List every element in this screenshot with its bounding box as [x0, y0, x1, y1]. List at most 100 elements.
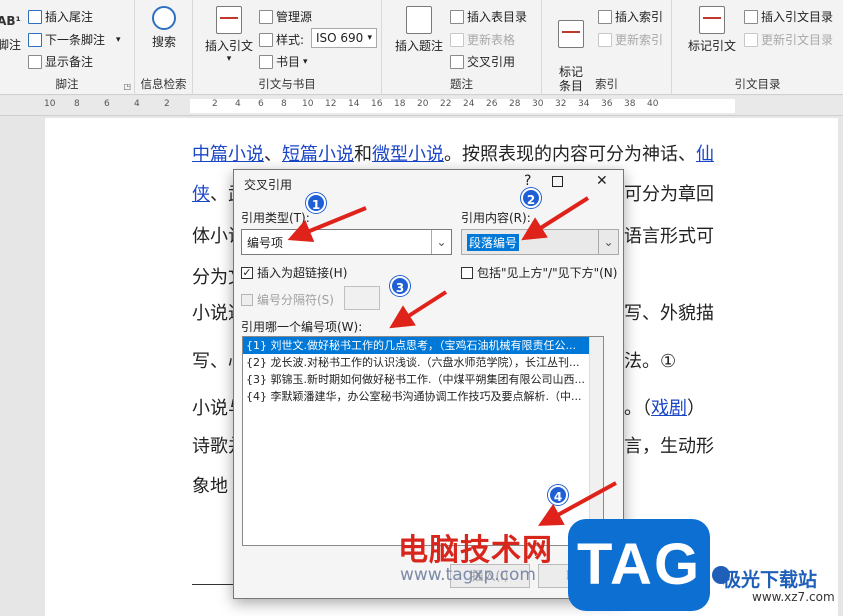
list-item[interactable]: {4} 李默颖潘建华，办公室秘书沟通协调工作技巧及要点解析.（中... — [243, 388, 603, 405]
ruler-tick: 2 — [164, 99, 170, 109]
insert-table-of-figures-button[interactable]: 插入表目录 — [450, 8, 527, 25]
ruler-tick: 22 — [440, 99, 452, 109]
ruler-tick: 10 — [302, 99, 314, 109]
mark-citation-button[interactable]: 标记引文 — [686, 6, 738, 54]
doc-link[interactable]: 仙 — [696, 144, 714, 165]
insert-toa-button[interactable]: 插入引文目录 — [744, 8, 833, 25]
show-notes-icon — [28, 54, 42, 69]
footnote-button[interactable]: AB¹ 脚注 — [0, 6, 22, 53]
doc-link[interactable]: 短篇小说 — [282, 144, 354, 165]
separate-numbers-checkbox[interactable]: 编号分隔符(S) — [241, 291, 334, 308]
ref-content-select[interactable]: 段落编号 ⌄ — [461, 229, 619, 255]
ruler-tick: 26 — [486, 99, 498, 109]
dialog-launcher-icon[interactable]: ◳ — [123, 82, 131, 91]
insert-caption-icon — [406, 6, 432, 34]
show-notes-button[interactable]: 显示备注 — [28, 53, 93, 70]
mark-citation-icon — [699, 6, 725, 34]
group-captions: 插入题注 插入表目录 更新表格 交叉引用 题注 — [382, 0, 542, 95]
insert-caption-button[interactable]: 插入题注 — [390, 6, 448, 54]
footnote-icon: AB¹ — [0, 14, 21, 28]
update-index-button[interactable]: 更新索引 — [598, 31, 663, 48]
update-table-icon — [450, 32, 464, 47]
numbered-items-list[interactable]: {1} 刘世文.做好秘书工作的几点思考，（宝鸡石油机械有限责任公... {2} … — [242, 336, 604, 546]
next-footnote-button[interactable]: 下一条脚注 ▾ — [28, 31, 121, 48]
update-toa-button[interactable]: 更新引文目录 — [744, 31, 833, 48]
group-label: 脚注 — [55, 77, 79, 91]
step-badge-4: 4 — [548, 485, 568, 505]
insert-toa-icon — [744, 9, 758, 24]
group-citations: 插入引文 ▾ 管理源 样式: ISO 690 ▾ 书目 ▾ 引文与书目 — [193, 0, 382, 95]
search-icon — [152, 6, 176, 30]
insert-endnote-button[interactable]: 插入尾注 — [28, 8, 93, 25]
ruler-tick: 10 — [44, 99, 56, 109]
separator-input[interactable] — [344, 286, 380, 310]
doc-line-2-right: 可分为章回 — [624, 184, 714, 205]
next-footnote-icon — [28, 32, 42, 47]
doc-line-7-right: 。（戏剧） — [624, 398, 705, 419]
close-icon[interactable]: ✕ — [596, 173, 608, 189]
cross-reference-button[interactable]: 交叉引用 — [450, 53, 515, 70]
ruler-tick: 8 — [74, 99, 80, 109]
ruler-tick: 32 — [555, 99, 567, 109]
ruler-tick: 40 — [647, 99, 659, 109]
group-label: 引文与书目 — [258, 77, 316, 91]
list-item[interactable]: {2} 龙长波.对秘书工作的认识浅谈.（六盘水师范学院），长江丛刊... — [243, 354, 603, 371]
step-badge-3: 3 — [390, 276, 410, 296]
footnote-separator — [192, 584, 236, 585]
watermark-tag-logo: TAG — [568, 519, 710, 611]
ruler-tick: 12 — [325, 99, 337, 109]
insert-hyperlink-checkbox[interactable]: ✓ 插入为超链接(H) — [241, 264, 347, 281]
style-combo[interactable]: ISO 690 ▾ — [311, 28, 377, 48]
manage-sources-button[interactable]: 管理源 — [259, 8, 312, 25]
insert-citation-button[interactable]: 插入引文 ▾ — [203, 6, 255, 64]
include-above-below-checkbox[interactable]: 包括"见上方"/"见下方"(N) — [461, 264, 617, 281]
ruler-tick: 24 — [463, 99, 475, 109]
chevron-down-icon: ▾ — [116, 34, 121, 45]
search-button[interactable]: 搜索 — [149, 6, 179, 50]
doc-link[interactable]: 中篇小说 — [192, 144, 264, 165]
insert-index-button[interactable]: 插入索引 — [598, 8, 663, 25]
ref-type-select[interactable]: 编号项 ⌄ — [241, 229, 452, 255]
list-item[interactable]: {1} 刘世文.做好秘书工作的几点思考，（宝鸡石油机械有限责任公... — [243, 337, 603, 354]
chevron-down-icon: ▾ — [367, 33, 372, 43]
bibliography-button[interactable]: 书目 ▾ — [259, 53, 308, 70]
which-item-label: 引用哪一个编号项(W): — [241, 320, 363, 334]
group-label: 引文目录 — [734, 77, 781, 91]
chevron-down-icon: ▾ — [226, 54, 232, 64]
dialog-title: 交叉引用 — [244, 178, 293, 192]
manage-sources-icon — [259, 9, 273, 24]
horizontal-ruler[interactable]: 10 8 6 4 2 2 4 6 8 10 12 14 16 18 20 22 … — [0, 96, 843, 116]
doc-link[interactable]: 戏剧 — [651, 398, 687, 419]
watermark-site-name: 电脑技术网 — [398, 533, 553, 568]
group-footnotes: AB¹ 脚注 插入尾注 下一条脚注 ▾ 显示备注 脚注 ◳ — [0, 0, 135, 95]
doc-link[interactable]: 微型小说 — [372, 144, 444, 165]
group-label: 题注 — [450, 77, 473, 91]
update-index-icon — [598, 32, 612, 47]
ruler-tick: 16 — [371, 99, 383, 109]
ruler-tick: 6 — [258, 99, 264, 109]
help-button[interactable]: ? — [524, 173, 531, 189]
watermark-download-url: www.xz7.com — [752, 590, 835, 604]
style-icon — [259, 32, 273, 47]
ruler-tick: 38 — [624, 99, 636, 109]
doc-line-9: 象地 — [192, 476, 228, 497]
table-of-figures-icon — [450, 9, 464, 24]
group-table-of-authorities: 标记引文 插入引文目录 更新引文目录 引文目录 — [672, 0, 843, 95]
step-badge-1: 1 — [306, 193, 326, 213]
list-item[interactable]: {3} 郭锦玉.新时期如何做好秘书工作.（中煤平朔集团有限公司山西... — [243, 371, 603, 388]
doc-line-5-right: 写、外貌描 — [624, 303, 714, 324]
ref-type-label: 引用类型(T): — [241, 211, 310, 225]
maximize-icon[interactable] — [552, 176, 563, 187]
chevron-down-icon: ▾ — [303, 56, 308, 67]
ruler-tick: 18 — [394, 99, 406, 109]
mark-entry-icon — [558, 20, 584, 48]
group-research: 搜索 信息检索 — [135, 0, 193, 95]
bibliography-icon — [259, 54, 273, 69]
list-scrollbar[interactable] — [589, 337, 603, 545]
style-label: 样式: — [259, 31, 304, 48]
ruler-tick: 20 — [417, 99, 429, 109]
doc-link[interactable]: 侠 — [192, 184, 210, 205]
ruler-tick: 36 — [601, 99, 613, 109]
update-table-button[interactable]: 更新表格 — [450, 31, 515, 48]
ruler-tick: 14 — [348, 99, 360, 109]
